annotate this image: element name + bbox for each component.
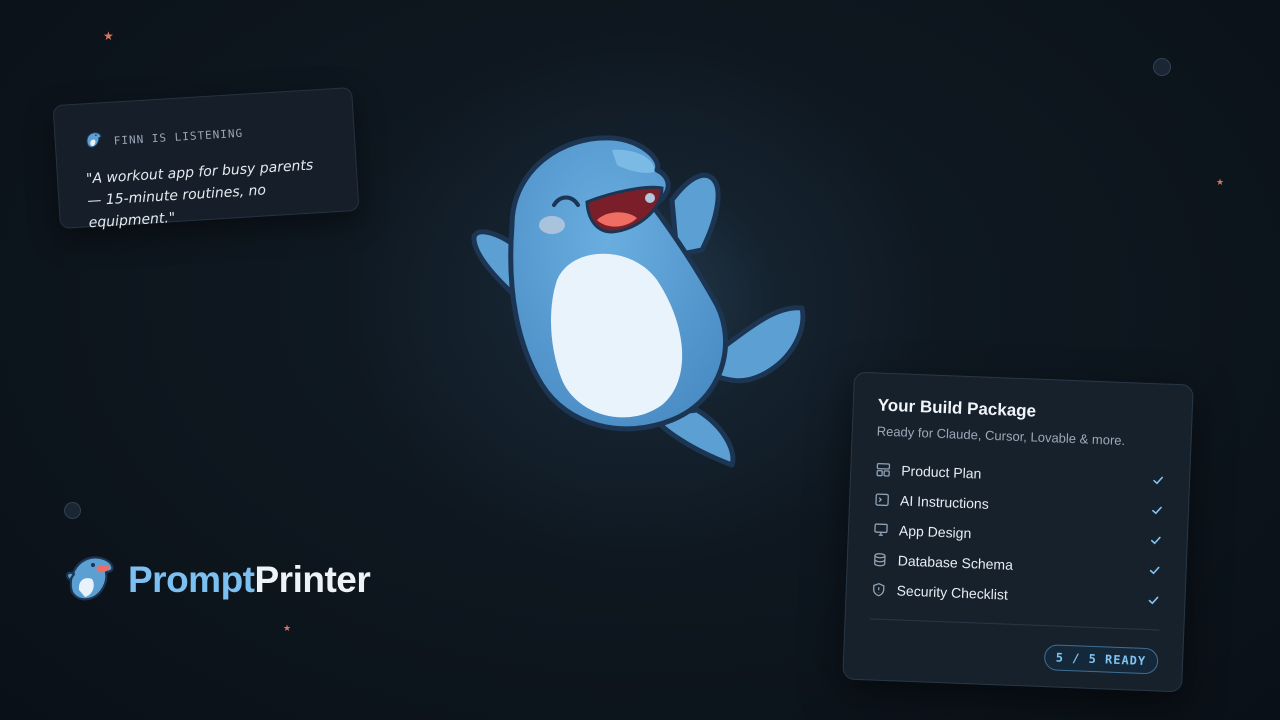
package-divider	[869, 618, 1160, 631]
package-footer: 5 / 5 READY	[868, 637, 1159, 675]
ready-status-badge: 5 / 5 READY	[1043, 644, 1159, 675]
build-package-card: Your Build Package Ready for Claude, Cur…	[842, 371, 1194, 693]
circle-decoration	[64, 502, 81, 519]
package-item-label: App Design	[898, 522, 972, 542]
brand-name-part2: Printer	[254, 559, 371, 600]
brand-name-part1: Prompt	[128, 559, 255, 600]
hero-canvas: ★ ★ ★ FINN IS LISTENING "A workout app f…	[0, 0, 1280, 720]
package-title: Your Build Package	[877, 395, 1037, 421]
terminal-icon	[874, 491, 891, 508]
shield-icon	[870, 581, 887, 598]
brand-name: PromptPrinter	[128, 559, 371, 601]
star-decoration: ★	[1216, 178, 1225, 188]
check-icon	[1146, 593, 1161, 608]
star-decoration: ★	[103, 29, 114, 43]
monitor-icon	[873, 521, 890, 538]
package-item-label: Security Checklist	[896, 582, 1009, 603]
check-icon	[1149, 533, 1164, 548]
listening-label: FINN IS LISTENING	[113, 126, 244, 148]
package-subtitle: Ready for Claude, Cursor, Lovable & more…	[876, 423, 1126, 449]
check-icon	[1151, 473, 1166, 488]
package-item-label: Database Schema	[897, 552, 1014, 573]
database-icon	[872, 551, 889, 568]
package-item-label: AI Instructions	[899, 492, 990, 512]
finn-listening-card: FINN IS LISTENING "A workout app for bus…	[52, 86, 360, 231]
layout-icon	[875, 461, 892, 478]
brand-logo[interactable]: PromptPrinter	[65, 552, 371, 608]
star-decoration: ★	[283, 624, 292, 634]
package-item-label: Product Plan	[900, 462, 982, 482]
finn-dolphin-mascot	[462, 130, 822, 475]
check-icon	[1150, 503, 1165, 518]
check-icon	[1147, 563, 1162, 578]
dolphin-mini-icon	[83, 129, 104, 154]
dolphin-logo-icon	[65, 552, 118, 608]
circle-decoration	[1153, 58, 1171, 76]
listening-header: FINN IS LISTENING	[83, 116, 328, 155]
user-prompt-quote: "A workout app for busy parents — 15-min…	[85, 157, 314, 232]
package-item-list: Product Plan AI Instructions App Design	[870, 454, 1166, 615]
